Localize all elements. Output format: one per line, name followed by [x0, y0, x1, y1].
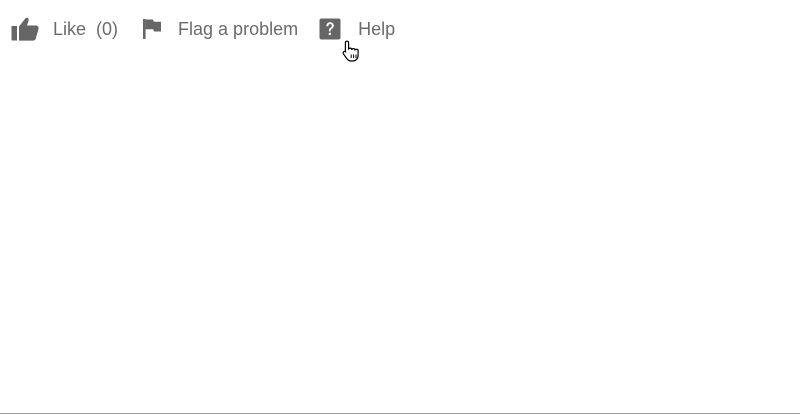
bottom-divider — [0, 413, 800, 414]
question-mark-icon — [319, 18, 341, 40]
like-label: Like — [53, 18, 87, 39]
flag-icon — [142, 18, 162, 40]
thumbs-up-icon — [11, 17, 39, 41]
action-toolbar: Like (0) Flag a problem Help — [11, 15, 395, 43]
like-count: (0) — [96, 18, 119, 39]
help-button[interactable]: Help — [319, 15, 395, 43]
flag-problem-button[interactable]: Flag a problem — [142, 15, 298, 43]
flag-problem-label: Flag a problem — [178, 18, 299, 39]
like-button[interactable]: Like (0) — [11, 15, 118, 43]
hand-pointer-cursor-icon — [341, 40, 361, 62]
help-label: Help — [358, 18, 396, 39]
